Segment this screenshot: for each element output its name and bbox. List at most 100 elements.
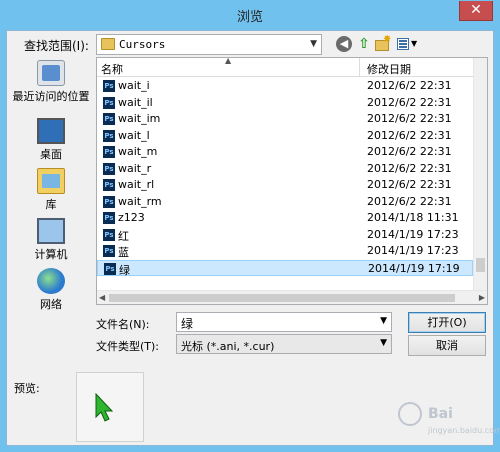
scroll-thumb[interactable]	[476, 258, 485, 272]
open-button[interactable]: 打开(O)	[408, 312, 486, 333]
file-name: wait_l	[118, 128, 150, 142]
place-label: 计算机	[34, 248, 68, 261]
file-row[interactable]: Ps wait_im 2012/6/2 22:31	[97, 111, 473, 128]
cursor-file-icon: Ps	[103, 162, 115, 175]
place-network[interactable]: 网络	[8, 268, 94, 320]
file-row[interactable]: Ps wait_rm 2012/6/2 22:31	[97, 194, 473, 211]
file-row[interactable]: Ps wait_i 2012/6/2 22:31	[97, 78, 473, 95]
chevron-down-icon[interactable]: ▼	[380, 316, 387, 326]
file-row[interactable]: Ps 红 2014/1/19 17:23	[97, 227, 473, 244]
cursor-file-icon: Ps	[103, 113, 115, 125]
file-date: 2012/6/2 22:31	[367, 145, 452, 158]
place-label: 最近访问的位置	[12, 90, 90, 103]
file-date: 2012/6/2 22:31	[367, 112, 452, 125]
file-date: 2014/1/19 17:23	[367, 227, 459, 241]
file-name: wait_m	[118, 145, 158, 158]
place-library[interactable]: 库	[8, 168, 94, 220]
dialog-window: 浏览 ✕ 查找范围(I): Cursors ▼ ◀ ⇧ ✸ ▼ 最近访问的位置 …	[0, 0, 500, 452]
title-bar[interactable]: 浏览 ✕	[0, 0, 500, 30]
cursor-file-icon: Ps	[103, 80, 115, 92]
close-icon: ✕	[470, 2, 482, 18]
chevron-down-icon[interactable]: ▼	[310, 39, 317, 49]
place-recent[interactable]: 最近访问的位置	[8, 60, 94, 112]
filename-field[interactable]: 绿 ▼	[176, 312, 392, 332]
list-header: 名称 ▲ 修改日期	[97, 56, 487, 77]
file-name: 红	[118, 229, 129, 243]
desktop-icon	[37, 118, 65, 144]
place-label: 桌面	[40, 148, 62, 161]
file-date: 2014/1/18 11:31	[367, 211, 459, 224]
cursor-file-icon: Ps	[103, 195, 115, 208]
vertical-scrollbar[interactable]	[473, 58, 487, 290]
file-name: wait_im	[118, 112, 161, 125]
file-date: 2014/1/19 17:19	[368, 261, 460, 275]
file-date: 2012/6/2 22:31	[367, 178, 452, 191]
place-label: 库	[45, 198, 57, 211]
places-bar: 最近访问的位置 桌面 库 计算机 网络	[8, 56, 94, 318]
place-desktop[interactable]: 桌面	[8, 118, 94, 170]
lookin-value: Cursors	[119, 38, 166, 51]
file-name: 蓝	[118, 246, 129, 259]
file-date: 2012/6/2 22:31	[367, 79, 452, 92]
recent-places-icon	[37, 60, 65, 86]
file-date: 2012/6/2 22:31	[367, 161, 452, 175]
cursor-arrow-icon	[95, 393, 114, 422]
column-name-header[interactable]: 名称	[101, 61, 123, 77]
cursor-file-icon: Ps	[103, 179, 115, 191]
lookin-combo[interactable]: Cursors ▼	[96, 34, 322, 55]
file-row[interactable]: Ps wait_r 2012/6/2 22:31	[97, 161, 473, 178]
library-icon	[37, 168, 65, 194]
file-row[interactable]: Ps 蓝 2014/1/19 17:23	[97, 243, 473, 260]
scroll-left-icon[interactable]: ◀	[99, 293, 105, 302]
scroll-right-icon[interactable]: ▶	[479, 293, 485, 302]
file-date: 2012/6/2 22:31	[367, 128, 452, 142]
file-row[interactable]: Ps wait_rl 2012/6/2 22:31	[97, 177, 473, 194]
chevron-down-icon[interactable]: ▼	[380, 338, 387, 348]
file-date: 2014/1/19 17:23	[367, 244, 459, 257]
file-name: wait_rl	[118, 178, 155, 191]
file-name: wait_i	[118, 79, 150, 92]
place-label: 网络	[40, 298, 62, 311]
cancel-button[interactable]: 取消	[408, 335, 486, 356]
network-icon	[37, 268, 65, 294]
filename-label: 文件名(N):	[96, 318, 150, 331]
file-row[interactable]: Ps 绿 2014/1/19 17:19	[97, 259, 473, 277]
file-row[interactable]: Ps wait_il 2012/6/2 22:31	[97, 95, 473, 112]
new-folder-icon[interactable]: ✸	[375, 34, 391, 52]
paw-logo-icon	[398, 402, 422, 426]
file-name: z123	[118, 211, 145, 224]
filetype-select[interactable]: 光标 (*.ani, *.cur) ▼	[176, 334, 392, 354]
up-folder-icon[interactable]: ⇧	[356, 36, 372, 52]
watermark: Bai jingyan.baidu.com	[398, 398, 500, 442]
file-list[interactable]: 名称 ▲ 修改日期 Ps wait_i 2012/6/2 22:31 Ps wait_i…	[96, 56, 488, 305]
file-date: 2012/6/2 22:31	[367, 194, 452, 208]
filetype-label: 文件类型(T):	[96, 340, 160, 353]
cursor-file-icon: Ps	[103, 228, 115, 241]
sort-asc-icon: ▲	[225, 56, 232, 65]
cursor-file-icon: Ps	[103, 212, 115, 224]
file-name: wait_r	[118, 161, 152, 175]
filetype-value: 光标 (*.ani, *.cur)	[181, 340, 275, 353]
file-name: 绿	[119, 263, 130, 277]
preview-label: 预览:	[14, 382, 40, 395]
view-menu-icon[interactable]: ▼	[397, 36, 419, 52]
file-row[interactable]: Ps wait_m 2012/6/2 22:31	[97, 144, 473, 161]
close-button[interactable]: ✕	[459, 1, 493, 21]
lookin-label: 查找范围(I):	[24, 39, 89, 53]
file-row[interactable]: Ps wait_l 2012/6/2 22:31	[97, 128, 473, 145]
file-name: wait_il	[118, 95, 153, 109]
cursor-file-icon: Ps	[103, 129, 115, 142]
cursor-file-icon: Ps	[103, 245, 115, 257]
place-computer[interactable]: 计算机	[8, 218, 94, 270]
file-row[interactable]: Ps z123 2014/1/18 11:31	[97, 210, 473, 227]
computer-icon	[37, 218, 65, 244]
preview-pane	[76, 372, 144, 442]
filename-value[interactable]: 绿	[181, 315, 193, 332]
cursor-file-icon: Ps	[104, 262, 116, 275]
column-date-header[interactable]: 修改日期	[367, 61, 411, 77]
horizontal-scrollbar[interactable]: ◀ ▶	[97, 290, 487, 304]
cursor-file-icon: Ps	[103, 146, 115, 158]
cursor-file-icon: Ps	[103, 96, 115, 109]
scroll-thumb[interactable]	[109, 294, 455, 302]
back-icon[interactable]: ◀	[336, 36, 352, 52]
